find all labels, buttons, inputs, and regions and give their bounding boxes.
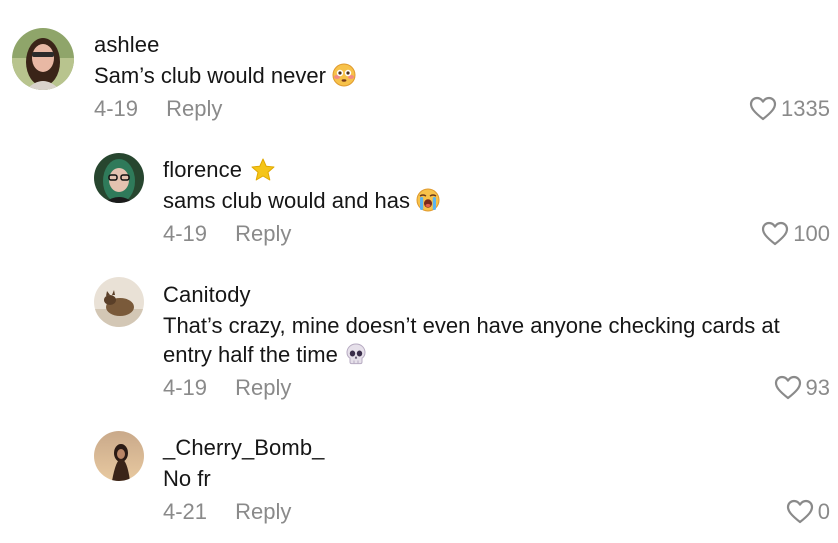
like-count: 0 [817, 499, 830, 524]
comment-meta: 4-21 Reply 0 [163, 497, 830, 527]
comment-cherry-bomb: _Cherry_Bomb_ No fr 4-21 Reply 0 [0, 0, 838, 543]
reply-button[interactable]: Reply [235, 497, 291, 527]
username[interactable]: _Cherry_Bomb_ [163, 434, 830, 462]
like-button[interactable]: 0 [786, 497, 830, 527]
comment-text: No fr [163, 464, 830, 493]
avatar[interactable] [94, 431, 144, 481]
username-label[interactable]: _Cherry_Bomb_ [163, 434, 325, 462]
comment-date: 4-21 [163, 499, 208, 524]
comment-text-content: No fr [163, 466, 211, 491]
heart-icon[interactable] [786, 499, 814, 525]
